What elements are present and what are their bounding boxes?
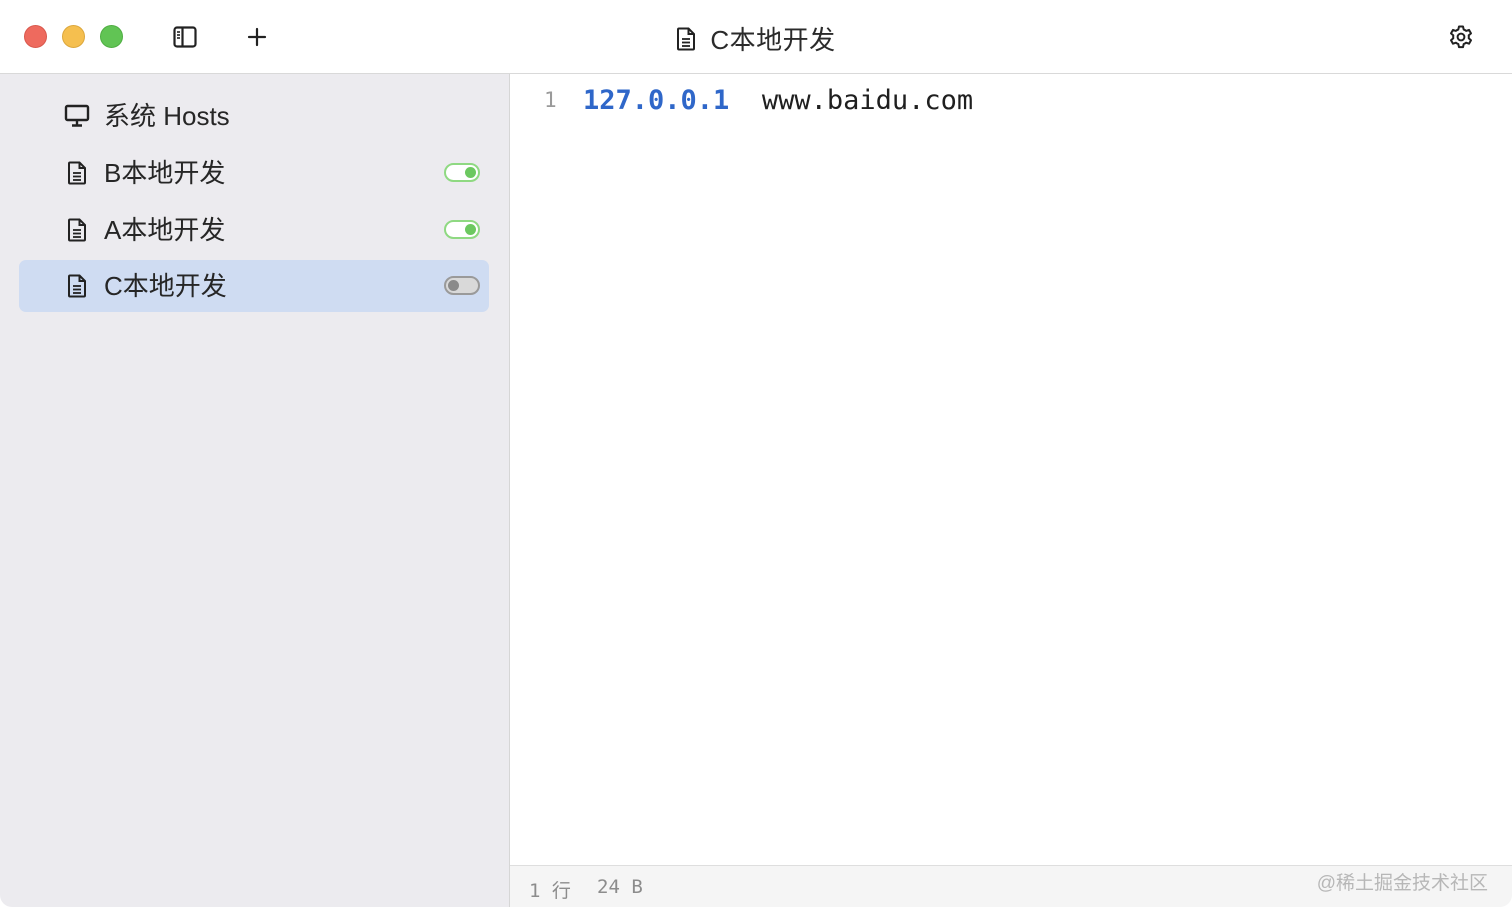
line-count: 1 行 bbox=[529, 880, 571, 902]
enable-toggle[interactable] bbox=[444, 276, 480, 295]
monitor-icon bbox=[64, 104, 90, 127]
sidebar-item-system-hosts[interactable]: 系统 Hosts bbox=[19, 90, 489, 142]
toggle-knob bbox=[448, 280, 459, 291]
document-icon bbox=[68, 274, 86, 298]
sidebar-item-a-local-dev[interactable]: A本地开发 bbox=[19, 204, 489, 256]
add-hosts-button[interactable] bbox=[242, 22, 272, 52]
sidebar: 系统 Hosts B本地开发 A本地开发 C本地开发 bbox=[0, 74, 510, 907]
sidebar-item-c-local-dev[interactable]: C本地开发 bbox=[19, 260, 489, 312]
document-icon bbox=[677, 27, 696, 50]
title-bar: C本地开发 bbox=[0, 0, 1512, 74]
zoom-window-button[interactable] bbox=[100, 25, 123, 48]
toggle-knob bbox=[465, 167, 476, 178]
sidebar-item-label: C本地开发 bbox=[104, 271, 227, 301]
watermark: @稀土掘金技术社区 bbox=[1316, 873, 1488, 894]
plus-icon bbox=[247, 27, 267, 47]
sidebar-item-label: B本地开发 bbox=[104, 158, 226, 188]
ip-address: 127.0.0.1 bbox=[583, 85, 730, 116]
window-title-area: C本地开发 bbox=[0, 20, 1512, 57]
hostname: www.baidu.com bbox=[761, 85, 974, 116]
document-icon bbox=[68, 218, 86, 242]
settings-button[interactable] bbox=[1446, 22, 1476, 52]
sidebar-item-label: A本地开发 bbox=[104, 215, 226, 245]
sidebar-item-label: 系统 Hosts bbox=[104, 101, 230, 131]
enable-toggle[interactable] bbox=[444, 220, 480, 239]
sidebar-icon bbox=[173, 26, 197, 48]
line-number: 1 bbox=[544, 88, 557, 112]
sidebar-item-b-local-dev[interactable]: B本地开发 bbox=[19, 147, 489, 199]
gear-icon bbox=[1450, 25, 1472, 49]
document-icon bbox=[68, 161, 86, 185]
toggle-knob bbox=[465, 224, 476, 235]
enable-toggle[interactable] bbox=[444, 163, 480, 182]
code-line[interactable]: 127.0.0.1 www.baidu.com bbox=[583, 85, 973, 116]
app-window: C本地开发 系统 Hosts B本地开发 A本地开发 C本地开发 1 127.0… bbox=[0, 0, 1512, 907]
close-window-button[interactable] bbox=[24, 25, 47, 48]
window-title: C本地开发 bbox=[710, 25, 836, 55]
hosts-editor[interactable]: 1 127.0.0.1 www.baidu.com bbox=[510, 74, 1512, 865]
minimize-window-button[interactable] bbox=[62, 25, 85, 48]
toggle-sidebar-button[interactable] bbox=[170, 22, 200, 52]
file-size: 24 B bbox=[597, 876, 643, 898]
